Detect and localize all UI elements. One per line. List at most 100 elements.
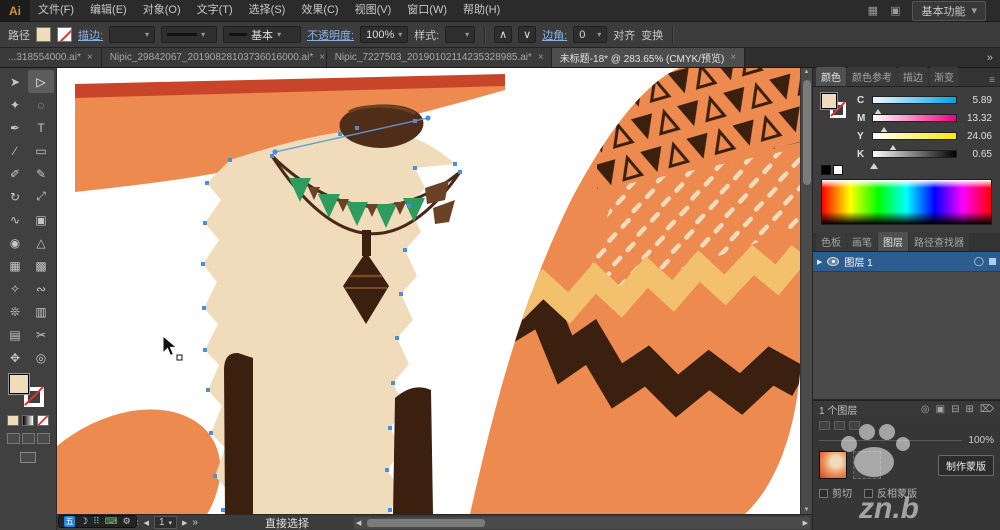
document-tab-active[interactable]: 未标题-18* @ 283.65% (CMYK/预览) ×: [551, 48, 746, 67]
tab-layers[interactable]: 图层: [878, 232, 908, 251]
clip-checkbox[interactable]: 剪切: [819, 485, 852, 500]
pencil-tool[interactable]: ✎: [28, 162, 54, 185]
panel-icon[interactable]: [849, 421, 860, 430]
blend-tool[interactable]: ∾: [28, 277, 54, 300]
black-value[interactable]: 0.65: [962, 149, 992, 160]
gradient-tool[interactable]: ▩: [28, 254, 54, 277]
new-sublayer-icon[interactable]: ⊟: [951, 404, 959, 415]
pen-tool[interactable]: ✒: [2, 116, 28, 139]
none-button[interactable]: [37, 415, 49, 426]
white-swatch[interactable]: [833, 165, 843, 175]
checkbox-icon[interactable]: [819, 489, 828, 498]
menu-view[interactable]: 视图(V): [347, 0, 400, 21]
symbol-sprayer-tool[interactable]: ❊: [2, 300, 28, 323]
slice-tool[interactable]: ✂: [28, 323, 54, 346]
color-button[interactable]: [7, 415, 19, 426]
artboard-tool[interactable]: ▤: [2, 323, 28, 346]
tab-color[interactable]: 颜色: [816, 67, 846, 86]
layer-row-selected[interactable]: ▶ 图层 1 ◯: [813, 252, 1000, 272]
paintbrush-tool[interactable]: ✐: [2, 162, 28, 185]
menu-file[interactable]: 文件(F): [30, 0, 82, 21]
selection-tool[interactable]: ➤: [2, 70, 28, 93]
menu-object[interactable]: 对象(O): [135, 0, 189, 21]
direct-selection-tool[interactable]: ▷: [28, 70, 54, 93]
mesh-tool[interactable]: ▦: [2, 254, 28, 277]
locate-object-icon[interactable]: ◎: [921, 404, 930, 415]
artboard-number-dropdown[interactable]: 1 ▾: [153, 516, 178, 529]
menu-help[interactable]: 帮助(H): [455, 0, 508, 21]
scale-tool[interactable]: ⤢: [28, 185, 54, 208]
screen-mode-button[interactable]: [20, 452, 36, 463]
convert-anchor-corner-button[interactable]: ∧: [494, 26, 513, 43]
menu-type[interactable]: 文字(T): [189, 0, 241, 21]
ime-grid-icon[interactable]: ⠿: [93, 516, 100, 527]
checkbox-icon[interactable]: [864, 489, 873, 498]
close-icon[interactable]: ×: [319, 52, 325, 63]
fill-swatch[interactable]: [36, 27, 51, 42]
panel-icon[interactable]: [834, 421, 845, 430]
convert-anchor-smooth-button[interactable]: ∨: [518, 26, 537, 43]
zoom-tool[interactable]: ◎: [28, 346, 54, 369]
slider-thumb[interactable]: [869, 159, 878, 169]
ime-moon-icon[interactable]: ☽: [80, 516, 88, 527]
scroll-up-icon[interactable]: ▲: [801, 69, 812, 75]
arrange-documents-icon[interactable]: ▦: [868, 4, 878, 17]
scroll-down-icon[interactable]: ▼: [801, 507, 812, 513]
last-artboard-icon[interactable]: »: [192, 517, 198, 528]
tab-stroke[interactable]: 描边: [898, 67, 928, 86]
cyan-value[interactable]: 5.89: [962, 95, 992, 106]
vertical-scroll-thumb[interactable]: [803, 80, 811, 185]
target-circle-icon[interactable]: ◯: [974, 256, 984, 267]
tab-pathfinder[interactable]: 路径查找器: [909, 232, 969, 251]
draw-behind-button[interactable]: [21, 433, 35, 444]
panel-icon[interactable]: [819, 421, 830, 430]
tab-overflow-icon[interactable]: »: [980, 48, 1000, 67]
scroll-left-icon[interactable]: ◀: [356, 519, 361, 527]
delete-layer-icon[interactable]: ⌦: [980, 404, 994, 415]
free-transform-tool[interactable]: ▣: [28, 208, 54, 231]
perspective-grid-tool[interactable]: △: [28, 231, 54, 254]
lasso-tool[interactable]: ◌: [28, 93, 54, 116]
line-tool[interactable]: ∕: [2, 139, 28, 162]
tab-swatches[interactable]: 色板: [816, 232, 846, 251]
menu-select[interactable]: 选择(S): [241, 0, 294, 21]
hand-tool[interactable]: ✥: [2, 346, 28, 369]
invert-mask-checkbox[interactable]: 反相蒙版: [864, 485, 917, 500]
menu-edit[interactable]: 编辑(E): [82, 0, 135, 21]
black-slider[interactable]: [869, 150, 957, 169]
opacity-slider[interactable]: [819, 440, 963, 441]
stroke-weight-dropdown[interactable]: ▾: [109, 26, 156, 43]
corner-value-dropdown[interactable]: 0 ▾: [573, 26, 608, 43]
app-style-icon[interactable]: ▣: [890, 4, 900, 17]
fill-color-well[interactable]: [9, 374, 29, 394]
layer-name[interactable]: 图层 1: [844, 254, 872, 269]
opacity-dropdown[interactable]: 100% ▾: [360, 26, 409, 43]
mask-thumbnail[interactable]: [853, 451, 881, 479]
transform-label[interactable]: 变换: [641, 27, 663, 43]
magic-wand-tool[interactable]: ✦: [2, 93, 28, 116]
magenta-value[interactable]: 13.32: [962, 113, 992, 124]
draw-inside-button[interactable]: [36, 433, 50, 444]
black-swatch[interactable]: [821, 165, 831, 175]
artwork-canvas[interactable]: [57, 68, 800, 514]
document-tab-2[interactable]: Nipic_29842067_20190828103736016000.ai* ×: [101, 48, 327, 67]
artwork-thumbnail[interactable]: [819, 451, 847, 479]
gradient-button[interactable]: [22, 415, 34, 426]
clipping-mask-icon[interactable]: ▣: [936, 404, 945, 415]
width-profile-dropdown[interactable]: ▾: [161, 26, 218, 43]
canvas-area[interactable]: ▲ ▼ « ◀ 1▾ ▶ » 直接选择 ◀ ▶: [57, 68, 812, 530]
ime-wubi-icon[interactable]: 五: [64, 516, 75, 527]
workspace-switcher[interactable]: 基本功能 ▾: [912, 0, 986, 21]
rotate-tool[interactable]: ↻: [2, 185, 28, 208]
column-graph-tool[interactable]: ▥: [28, 300, 54, 323]
tab-color-guide[interactable]: 颜色参考: [847, 67, 897, 86]
eyedropper-tool[interactable]: ✧: [2, 277, 28, 300]
close-icon[interactable]: ×: [538, 52, 544, 63]
align-label[interactable]: 对齐: [613, 27, 635, 43]
vertical-scrollbar[interactable]: ▲ ▼: [800, 68, 812, 514]
fill-proxy[interactable]: [821, 93, 837, 109]
menu-window[interactable]: 窗口(W): [399, 0, 455, 21]
ime-settings-icon[interactable]: ⚙: [123, 516, 131, 527]
yellow-slider[interactable]: [872, 132, 957, 151]
opacity-link[interactable]: 不透明度:: [307, 27, 354, 43]
